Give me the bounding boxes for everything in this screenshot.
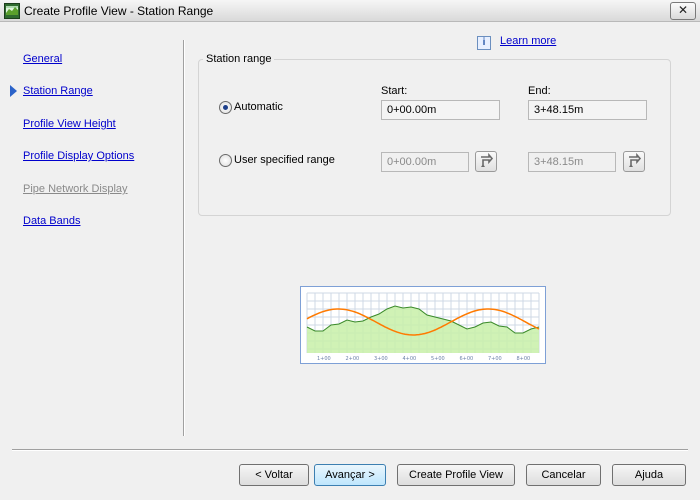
station-label: 2+00 <box>346 356 360 362</box>
next-button[interactable]: Avançar > <box>314 464 386 486</box>
help-button[interactable]: Ajuda <box>612 464 686 486</box>
learn-more-link[interactable]: Learn more <box>500 35 556 47</box>
nav-item-data-bands[interactable]: Data Bands <box>23 215 80 227</box>
station-label: 3+00 <box>374 356 388 362</box>
station-label: 6+00 <box>460 356 474 362</box>
station-label: 4+00 <box>403 356 417 362</box>
wizard-dialog: General Station Range Profile View Heigh… <box>0 22 700 500</box>
profile-preview-image: 1+00 2+00 3+00 4+00 5+00 6+00 7+00 8+00 <box>300 286 546 364</box>
current-step-arrow-icon <box>10 85 17 97</box>
cancel-button[interactable]: Cancelar <box>526 464 601 486</box>
automatic-radio[interactable] <box>219 101 232 114</box>
window-title: Create Profile View - Station Range <box>24 4 214 18</box>
station-range-group-title: Station range <box>203 53 275 65</box>
pick-station-icon <box>629 152 642 167</box>
back-button[interactable]: < Voltar <box>239 464 309 486</box>
automatic-label[interactable]: Automatic <box>234 101 283 113</box>
user-start-field[interactable]: 0+00.00m <box>381 152 469 172</box>
ground-area <box>307 306 539 353</box>
title-bar: Create Profile View - Station Range ✕ <box>0 0 700 22</box>
nav-item-pipe-network-display: Pipe Network Display <box>23 183 128 195</box>
pick-start-station-button[interactable] <box>475 151 497 172</box>
station-label: 5+00 <box>431 356 445 362</box>
station-range-group <box>198 59 671 216</box>
nav-divider <box>183 40 185 436</box>
start-header: Start: <box>381 85 408 97</box>
profile-preview-graph: 1+00 2+00 3+00 4+00 5+00 6+00 7+00 8+00 <box>306 292 540 362</box>
nav-item-profile-view-height[interactable]: Profile View Height <box>23 118 116 130</box>
pick-end-station-button[interactable] <box>623 151 645 172</box>
app-icon <box>4 3 20 19</box>
user-end-field[interactable]: 3+48.15m <box>528 152 616 172</box>
station-label: 7+00 <box>488 356 502 362</box>
pick-station-icon <box>481 152 494 167</box>
close-icon: ✕ <box>677 3 689 17</box>
close-button[interactable]: ✕ <box>670 2 696 20</box>
info-icon: i <box>477 36 491 50</box>
nav-item-profile-display-options[interactable]: Profile Display Options <box>23 150 134 162</box>
end-header: End: <box>528 85 551 97</box>
automatic-end-field: 3+48.15m <box>528 100 647 120</box>
nav-item-station-range[interactable]: Station Range <box>23 85 93 97</box>
user-specified-radio[interactable] <box>219 154 232 167</box>
create-profile-view-button[interactable]: Create Profile View <box>397 464 515 486</box>
station-label: 1+00 <box>317 356 331 362</box>
footer-divider <box>12 449 688 451</box>
automatic-start-field: 0+00.00m <box>381 100 500 120</box>
nav-item-general[interactable]: General <box>23 53 62 65</box>
user-specified-label[interactable]: User specified range <box>234 154 335 166</box>
station-label: 8+00 <box>517 356 531 362</box>
